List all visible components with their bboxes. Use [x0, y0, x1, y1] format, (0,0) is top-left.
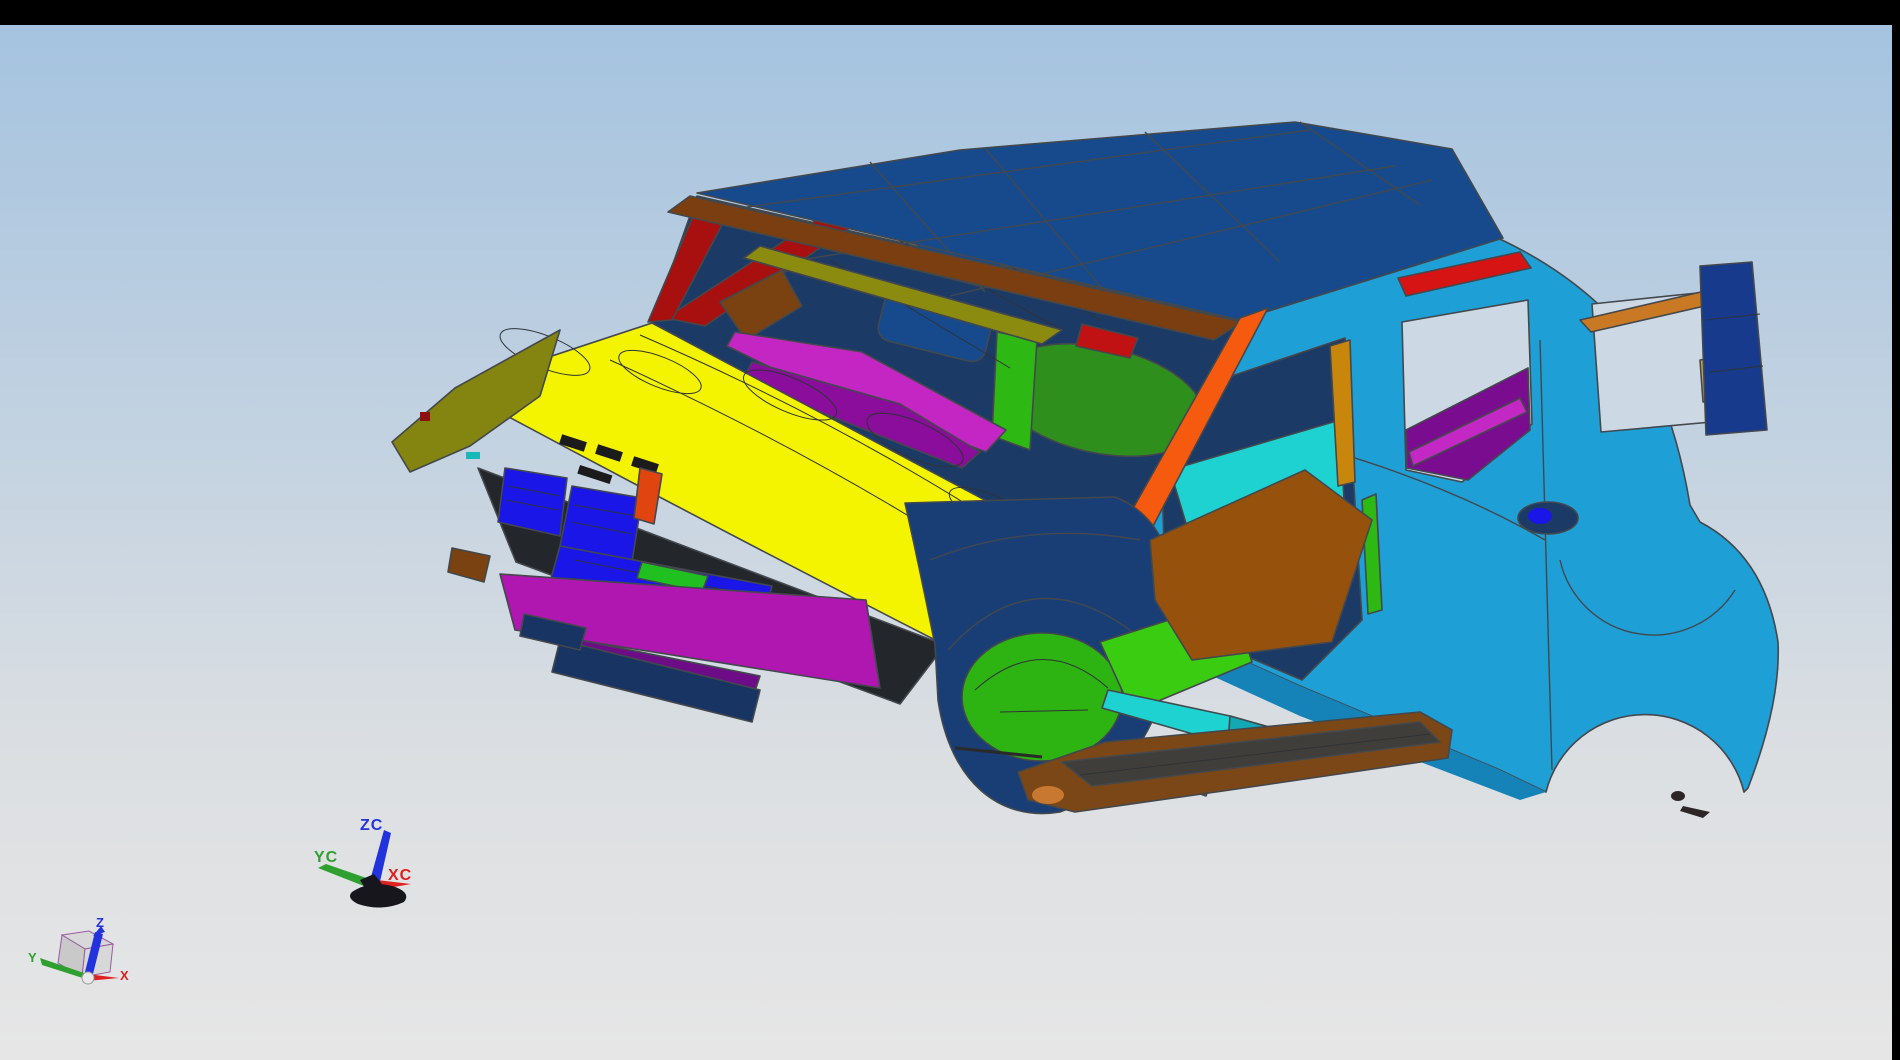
wcs-y-label: YC [314, 849, 338, 866]
wcs-triad[interactable]: ZC YC XC [314, 817, 412, 908]
graphics-viewport[interactable]: ZC YC XC Z Y X [0, 0, 1900, 1060]
view-x-label: X [120, 968, 130, 983]
model-scene[interactable]: ZC YC XC Z Y X [0, 0, 1900, 1060]
right-black-bar [1892, 0, 1900, 1060]
view-origin-ball[interactable] [82, 972, 94, 984]
wcs-x-label: XC [388, 867, 412, 884]
door-handle[interactable] [1518, 502, 1578, 534]
cad-application-window: ZC YC XC Z Y X [0, 0, 1900, 1060]
view-orientation-triad[interactable]: Z Y X [28, 915, 130, 984]
top-black-bar [0, 0, 1900, 25]
car-body-model[interactable] [392, 122, 1778, 818]
debris-parts[interactable] [1671, 791, 1710, 818]
view-z-label: Z [96, 915, 105, 930]
wcs-z-label: ZC [360, 817, 383, 834]
view-y-label: Y [28, 950, 38, 965]
dpillar-window[interactable] [1700, 262, 1767, 435]
